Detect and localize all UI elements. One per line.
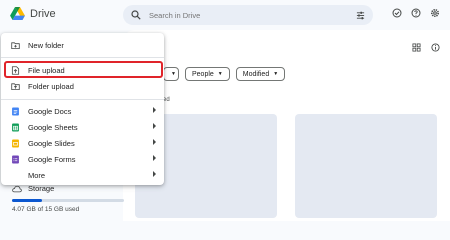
menu-item-google-forms-label: Google Forms	[28, 154, 76, 164]
menu-item-google-sheets-label: Google Sheets	[28, 122, 78, 132]
menu-item-file-upload[interactable]: File upload	[1, 62, 164, 78]
filter-chip-people-label: People	[192, 70, 214, 78]
menu-item-folder-upload[interactable]: Folder upload	[1, 78, 164, 94]
search-bar[interactable]	[123, 5, 373, 25]
menu-item-google-sheets[interactable]: Google Sheets	[1, 119, 164, 135]
settings-icon[interactable]	[430, 8, 440, 18]
cloud-icon	[12, 185, 22, 192]
filter-chip-type[interactable]: ▼	[163, 67, 179, 81]
menu-item-file-upload-label: File upload	[28, 65, 65, 75]
menu-item-google-slides-label: Google Slides	[28, 138, 75, 148]
grid-view-icon[interactable]	[412, 43, 421, 52]
section-label: ed	[163, 97, 170, 103]
submenu-arrow-icon	[153, 171, 156, 177]
help-icon[interactable]	[411, 8, 421, 18]
chevron-down-icon: ▼	[217, 71, 223, 77]
storage-label: Storage	[28, 184, 55, 193]
file-card[interactable]	[295, 114, 437, 218]
submenu-arrow-icon	[153, 123, 156, 129]
new-menu: New folder File upload Folder upload Goo…	[1, 33, 164, 185]
menu-divider	[1, 57, 164, 58]
menu-item-folder-upload-label: Folder upload	[28, 81, 74, 91]
storage-link[interactable]: Storage	[12, 184, 124, 193]
ready-for-offline-icon[interactable]	[392, 8, 402, 18]
filter-chip-modified[interactable]: Modified ▼	[235, 67, 286, 81]
folder-upload-icon	[11, 82, 20, 90]
storage-used: 4.07 GB of 15 GB used	[12, 206, 80, 213]
submenu-arrow-icon	[153, 139, 156, 145]
info-icon[interactable]	[431, 43, 440, 52]
drive-logo[interactable]: Drive	[10, 7, 56, 20]
app-name: Drive	[30, 7, 56, 20]
menu-item-google-forms[interactable]: Google Forms	[1, 151, 164, 167]
search-options-icon[interactable]	[356, 11, 365, 20]
submenu-arrow-icon	[153, 155, 156, 161]
drive-logo-icon	[10, 7, 25, 20]
menu-item-google-docs[interactable]: Google Docs	[1, 103, 164, 119]
storage-bar	[12, 199, 124, 202]
menu-item-google-slides[interactable]: Google Slides	[1, 135, 164, 151]
menu-item-more-label: More	[28, 170, 46, 180]
filter-chip-modified-label: Modified	[242, 70, 270, 78]
chevron-down-icon: ▼	[273, 71, 279, 77]
menu-item-google-docs-label: Google Docs	[28, 106, 72, 116]
google-forms-icon	[12, 154, 19, 164]
menu-item-new-folder[interactable]: New folder	[1, 37, 164, 53]
chevron-down-icon: ▼	[171, 71, 176, 77]
storage-bar-fill	[12, 199, 43, 202]
filter-chip-people[interactable]: People ▼	[185, 67, 230, 81]
google-sheets-icon	[12, 122, 19, 132]
menu-item-more[interactable]: More	[1, 167, 164, 183]
submenu-arrow-icon	[153, 107, 156, 113]
search-icon[interactable]	[131, 10, 141, 20]
search-input[interactable]	[149, 10, 356, 20]
file-upload-icon	[11, 65, 20, 75]
menu-item-new-folder-label: New folder	[28, 40, 64, 50]
menu-divider	[1, 99, 164, 100]
google-docs-icon	[12, 106, 19, 116]
google-slides-icon	[12, 138, 19, 148]
folder-add-icon	[11, 41, 20, 49]
